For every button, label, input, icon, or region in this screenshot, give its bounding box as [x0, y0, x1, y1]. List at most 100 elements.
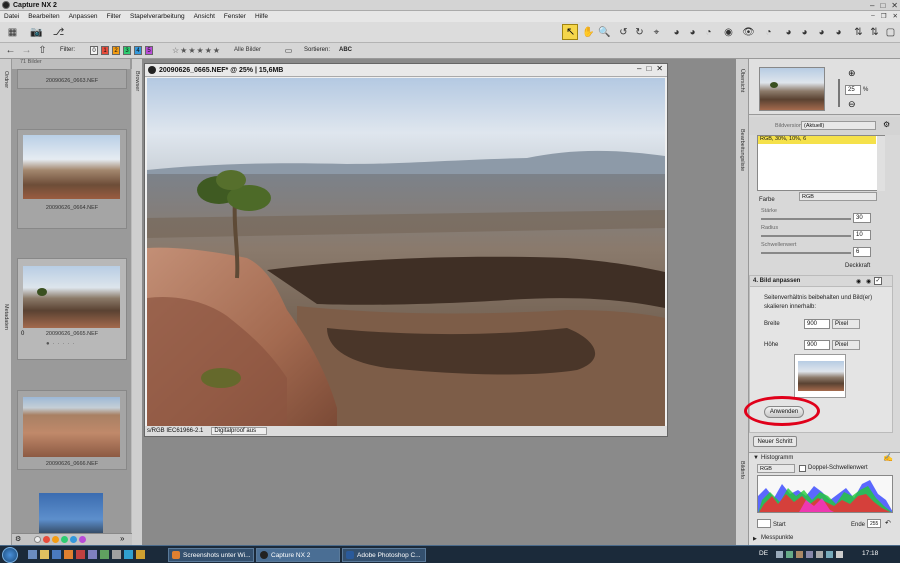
image-window-titlebar[interactable]: 20090626_0665.NEF* @ 25% | 15,6MB – □ ✕ — [145, 64, 667, 77]
channel-dropdown[interactable]: RGB — [799, 192, 877, 201]
select-tool-icon[interactable]: ↖ — [562, 24, 578, 40]
schwellenwert-input[interactable]: 6 — [853, 247, 871, 257]
step-4-mode-icon[interactable]: ◉ — [856, 278, 861, 285]
histogram-end-input[interactable]: 255 — [867, 519, 881, 528]
staerke-input[interactable]: 30 — [853, 213, 871, 223]
step-4-header[interactable]: 4. Bild anpassen ✓ ◉ ◉ — [750, 276, 892, 287]
browser-thumb-1[interactable]: 20090626_0663.NEF — [17, 69, 127, 89]
label-filter-2[interactable]: 2 — [112, 46, 120, 55]
app-icon-2[interactable] — [88, 550, 97, 559]
histogram-pipette-icon[interactable]: ✍ — [883, 453, 893, 462]
volume-icon[interactable] — [836, 551, 843, 558]
browser-thumb-4[interactable]: 20090626_0666.NEF — [17, 390, 127, 470]
step-4-enable-checkbox[interactable]: ✓ — [874, 277, 882, 285]
uebersicht-tab[interactable]: Übersicht — [739, 69, 745, 92]
image-minimize-icon[interactable]: – — [637, 64, 641, 73]
menu-stapelverarbeitung[interactable]: Stapelverarbeitung — [130, 13, 185, 20]
maximize-icon[interactable]: □ — [880, 1, 885, 10]
tray-icon-1[interactable] — [776, 551, 783, 558]
add-control-point-icon[interactable]: ◕ — [798, 26, 811, 39]
image-close-icon[interactable]: ✕ — [656, 64, 663, 73]
menu-bearbeiten[interactable]: Bearbeiten — [28, 13, 59, 20]
browser-settings-icon[interactable]: ⚙ — [15, 535, 21, 543]
doc-minimize-icon[interactable]: – — [871, 12, 875, 20]
step-4-opacity-icon[interactable]: ◉ — [866, 278, 871, 285]
hand-tool-icon[interactable]: ✋ — [582, 26, 595, 39]
version-dropdown[interactable]: (Aktuell) — [801, 121, 876, 130]
browser-thumb-5[interactable] — [17, 487, 127, 537]
app-icon-3[interactable] — [100, 550, 109, 559]
histogram-graph[interactable] — [757, 475, 893, 513]
red-eye-icon[interactable]: ◉ — [722, 26, 735, 39]
app-icon-1[interactable] — [76, 550, 85, 559]
language-indicator[interactable]: DE — [759, 550, 768, 557]
label-filter-0[interactable]: 0 — [90, 46, 98, 55]
menu-hilfe[interactable]: Hilfe — [255, 13, 268, 20]
menu-filter[interactable]: Filter — [107, 13, 121, 20]
overview-thumbnail[interactable] — [759, 67, 825, 111]
marquee-icon[interactable]: ▢ — [884, 26, 897, 39]
firefox-icon[interactable] — [64, 550, 73, 559]
crop-icon[interactable]: ⌖ — [650, 26, 663, 39]
forward-arrow-icon[interactable]: → — [20, 44, 33, 57]
histogram-channel-dropdown[interactable]: RGB — [757, 464, 795, 473]
menu-ansicht[interactable]: Ansicht — [194, 13, 215, 20]
browser-tab[interactable]: Browser — [134, 71, 140, 91]
all-images-dropdown[interactable]: Alle Bilder — [234, 47, 261, 53]
retouch-brush-icon[interactable]: ◔ — [762, 26, 775, 39]
menu-datei[interactable]: Datei — [4, 13, 19, 20]
control-point-neutral-icon[interactable]: ◕ — [686, 26, 699, 39]
softproof-dropdown[interactable]: Digitalproof aus — [211, 427, 268, 435]
browser-thumb-3-selected[interactable]: 20090626_0665.NEF 0 ●····· — [17, 258, 127, 360]
image-maximize-icon[interactable]: □ — [646, 64, 651, 73]
browser-thumb-2[interactable]: 20090626_0664.NEF — [17, 129, 127, 229]
rating-filter[interactable]: ☆★★★★★ — [172, 46, 221, 55]
thumb-rating-dots[interactable]: ●····· — [46, 341, 78, 347]
explorer-icon[interactable] — [40, 550, 49, 559]
rotate-right-icon[interactable]: ↻ — [633, 26, 646, 39]
footer-label-4[interactable] — [70, 536, 77, 543]
zoom-in-icon[interactable]: ⊕ — [848, 68, 856, 79]
breite-input[interactable]: 900 — [804, 319, 830, 329]
label-filter-5[interactable]: 5 — [145, 46, 153, 55]
task-photoshop[interactable]: Adobe Photoshop C... — [342, 548, 426, 562]
control-point-black-icon[interactable]: ◕ — [670, 26, 683, 39]
sort-dropdown[interactable]: ABC — [339, 47, 352, 53]
auto-retouch-icon[interactable]: 👁 — [742, 26, 755, 39]
double-threshold-checkbox[interactable] — [799, 465, 806, 472]
menu-anpassen[interactable]: Anpassen — [69, 13, 98, 20]
ie-icon[interactable] — [52, 550, 61, 559]
label-filter-1[interactable]: 1 — [101, 46, 109, 55]
messpunkte-label[interactable]: Messpunkte — [761, 535, 793, 541]
clock[interactable]: 17:18 — [862, 550, 878, 557]
browser-expand-icon[interactable]: » — [120, 534, 124, 543]
list-scrollbar[interactable] — [877, 136, 885, 191]
selection-brush-icon[interactable]: ◕ — [815, 26, 828, 39]
back-arrow-icon[interactable]: ← — [4, 44, 17, 57]
breite-unit-dropdown[interactable]: Pixel — [832, 319, 860, 329]
rotate-left-icon[interactable]: ↺ — [617, 26, 630, 39]
view-mode-icon[interactable]: ▭ — [282, 44, 295, 57]
color-control-point-icon[interactable]: ◕ — [782, 26, 795, 39]
menu-fenster[interactable]: Fenster — [224, 13, 246, 20]
zoom-tool-icon[interactable]: 🔍 — [598, 26, 611, 39]
footer-label-0[interactable] — [34, 536, 41, 543]
browse-icon[interactable]: 📷 — [30, 26, 43, 39]
histogram-start-input[interactable] — [757, 519, 771, 528]
task-firefox[interactable]: Screenshots unter Wi... — [168, 548, 254, 562]
footer-label-2[interactable] — [52, 536, 59, 543]
app-icon-5[interactable] — [124, 550, 133, 559]
footer-label-3[interactable] — [61, 536, 68, 543]
show-desktop-icon[interactable] — [28, 550, 37, 559]
deckkraft-label[interactable]: Deckkraft — [845, 263, 870, 269]
minimize-icon[interactable]: – — [870, 1, 874, 10]
lasso-icon[interactable]: ⇅ — [868, 26, 881, 39]
up-folder-icon[interactable]: ⇧ — [36, 44, 49, 57]
zoom-slider[interactable] — [838, 79, 840, 107]
tray-icon-4[interactable] — [806, 551, 813, 558]
tray-icon-5[interactable] — [816, 551, 823, 558]
tray-icon-2[interactable] — [786, 551, 793, 558]
histogram-reset-icon[interactable]: ↶ — [885, 519, 891, 527]
label-filter-3[interactable]: 3 — [123, 46, 131, 55]
label-filter-4[interactable]: 4 — [134, 46, 142, 55]
